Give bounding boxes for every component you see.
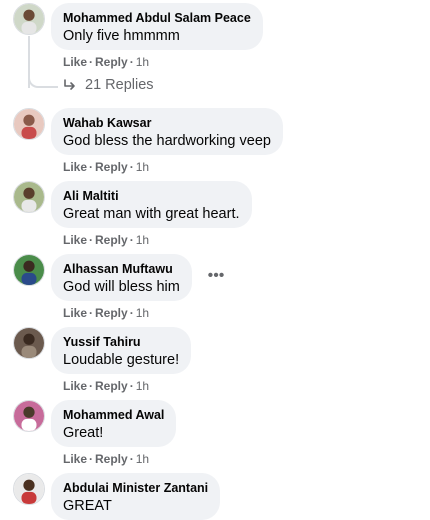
reply-button[interactable]: Reply [95, 452, 128, 466]
comment-timestamp[interactable]: 1h [136, 55, 149, 69]
reply-button[interactable]: Reply [95, 55, 128, 69]
separator: · [129, 306, 134, 320]
comment-bubble: Ali Maltiti Great man with great heart. [51, 181, 252, 228]
comment-text: Great! [63, 425, 104, 441]
comment-actions: Like · Reply · 1h [63, 233, 149, 247]
separator: · [129, 55, 134, 69]
like-button[interactable]: Like [63, 55, 87, 69]
view-replies-link[interactable]: 21 Replies [63, 77, 154, 93]
reply-button[interactable]: Reply [95, 306, 128, 320]
like-button[interactable]: Like [63, 306, 87, 320]
comment-author[interactable]: Yussif Tahiru [63, 335, 179, 350]
like-button[interactable]: Like [63, 233, 87, 247]
comment-text: Only five hmmmm [63, 28, 180, 44]
avatar[interactable] [13, 3, 45, 35]
avatar[interactable] [13, 181, 45, 213]
comment-author[interactable]: Abdulai Minister Zantani [63, 481, 208, 496]
replies-count[interactable]: 21 Replies [85, 77, 154, 93]
comment-actions: Like · Reply · 1h [63, 379, 149, 393]
comment-bubble: Mohammed Abdul Salam Peace Only five hmm… [51, 3, 263, 50]
separator: · [129, 160, 134, 174]
thread-connector [28, 70, 58, 88]
comment-actions: Like · Reply · 1h [63, 452, 149, 466]
comment-timestamp[interactable]: 1h [136, 452, 149, 466]
comment-timestamp[interactable]: 1h [136, 233, 149, 247]
comment-text: GREAT [63, 498, 112, 514]
reply-button[interactable]: Reply [95, 379, 128, 393]
comment-author[interactable]: Ali Maltiti [63, 189, 240, 204]
comment-text: Great man with great heart. [63, 206, 240, 222]
avatar[interactable] [13, 254, 45, 286]
comment-timestamp[interactable]: 1h [136, 379, 149, 393]
comment-bubble: Mohammed Awal Great! [51, 400, 177, 447]
like-button[interactable]: Like [63, 452, 87, 466]
comment-author[interactable]: Wahab Kawsar [63, 116, 271, 131]
like-button[interactable]: Like [63, 379, 87, 393]
comment-actions: Like · Reply · 1h [63, 55, 149, 69]
comment-bubble: Yussif Tahiru Loudable gesture! [51, 327, 192, 374]
comment-author[interactable]: Mohammed Abdul Salam Peace [63, 11, 251, 26]
comment-author[interactable]: Alhassan Muftawu [63, 262, 180, 277]
separator: · [89, 160, 94, 174]
comment-timestamp[interactable]: 1h [136, 160, 149, 174]
comment-actions: Like · Reply · 1h [63, 160, 149, 174]
avatar[interactable] [13, 400, 45, 432]
separator: · [129, 233, 134, 247]
comment-bubble: Alhassan Muftawu God will bless him [51, 254, 192, 301]
separator: · [89, 306, 94, 320]
comment-author[interactable]: Mohammed Awal [63, 408, 164, 423]
separator: · [89, 452, 94, 466]
comment-bubble: Wahab Kawsar God bless the hardworking v… [51, 108, 283, 155]
separator: · [89, 379, 94, 393]
comment-text: God will bless him [63, 279, 180, 295]
reply-arrow-icon [64, 79, 75, 90]
more-options-icon[interactable]: ••• [203, 263, 229, 289]
comment-text: God bless the hardworking veep [63, 133, 271, 149]
avatar[interactable] [13, 473, 45, 505]
reply-button[interactable]: Reply [95, 160, 128, 174]
separator: · [129, 452, 134, 466]
like-button[interactable]: Like [63, 160, 87, 174]
comment-bubble: Abdulai Minister Zantani GREAT [51, 473, 221, 520]
comment-timestamp[interactable]: 1h [136, 306, 149, 320]
reply-button[interactable]: Reply [95, 233, 128, 247]
avatar[interactable] [13, 327, 45, 359]
avatar[interactable] [13, 108, 45, 140]
separator: · [89, 233, 94, 247]
separator: · [129, 379, 134, 393]
comment-text: Loudable gesture! [63, 352, 180, 368]
comment-actions: Like · Reply · 1h [63, 306, 149, 320]
separator: · [89, 55, 94, 69]
